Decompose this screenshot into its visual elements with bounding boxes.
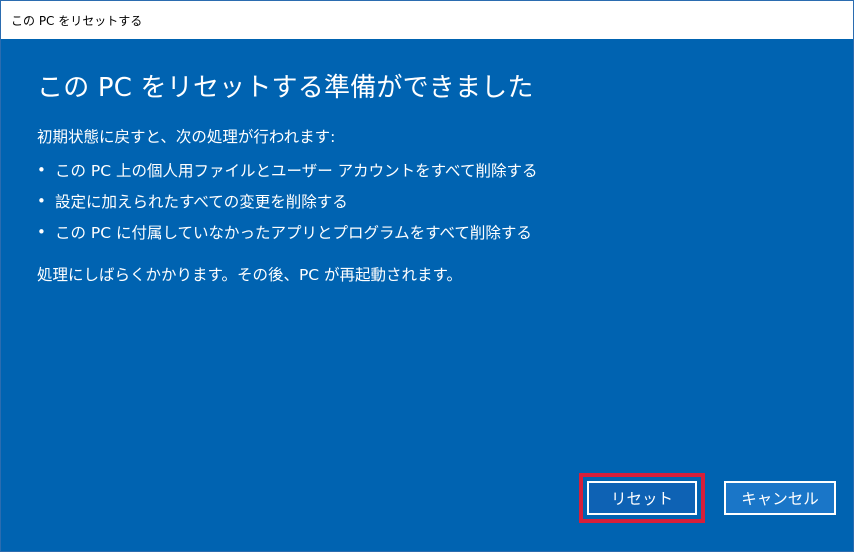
dialog-content: この PC をリセットする準備ができました 初期状態に戻すと、次の処理が行われま… [1,39,853,551]
list-item: • この PC に付属していなかったアプリとプログラムをすべて削除する [37,216,537,247]
bullet-icon: • [37,222,46,241]
cancel-button[interactable]: キャンセル [724,481,836,515]
list-item-text: この PC に付属していなかったアプリとプログラムをすべて削除する [55,223,532,242]
title-bar: この PC をリセットする [1,1,853,39]
bullet-icon: • [37,191,46,210]
outro-text: 処理にしばらくかかります。その後、PC が再起動されます。 [37,266,462,284]
intro-text: 初期状態に戻すと、次の処理が行われます: [37,128,336,146]
list-item-text: この PC 上の個人用ファイルとユーザー アカウントをすべて削除する [55,161,538,180]
bullet-icon: • [37,160,46,179]
page-title: この PC をリセットする準備ができました [37,73,534,103]
reset-pc-dialog: この PC をリセットする この PC をリセットする準備ができました 初期状態… [0,0,854,552]
list-item-text: 設定に加えられたすべての変更を削除する [55,192,348,211]
action-list: • この PC 上の個人用ファイルとユーザー アカウントをすべて削除する • 設… [37,154,537,247]
window-title: この PC をリセットする [11,13,143,28]
list-item: • 設定に加えられたすべての変更を削除する [37,185,537,216]
reset-button[interactable]: リセット [587,481,697,515]
list-item: • この PC 上の個人用ファイルとユーザー アカウントをすべて削除する [37,154,537,185]
